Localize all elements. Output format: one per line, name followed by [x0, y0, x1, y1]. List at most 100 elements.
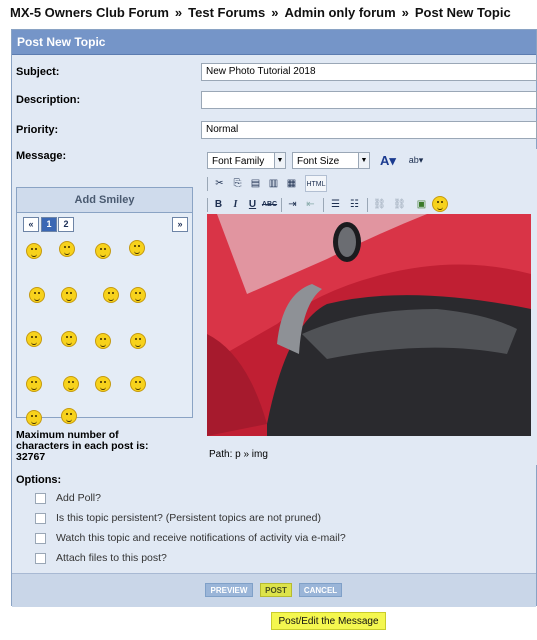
- checkbox[interactable]: [35, 492, 46, 504]
- smiley-icon[interactable]: [63, 376, 79, 392]
- smiley-icon[interactable]: [95, 333, 111, 349]
- bullet-list-icon[interactable]: ☰: [327, 196, 344, 213]
- smiley-icon[interactable]: [130, 287, 146, 303]
- outdent-icon[interactable]: ⇤: [302, 196, 319, 213]
- copy-icon[interactable]: ⎘: [229, 175, 246, 192]
- smiley-icon[interactable]: [61, 287, 77, 303]
- smiley-icon[interactable]: [103, 287, 119, 303]
- smiley-icon[interactable]: [129, 240, 145, 256]
- breadcrumb-link-admin-forum[interactable]: Admin only forum: [284, 5, 395, 20]
- breadcrumb-separator: »: [174, 5, 183, 20]
- font-family-value: Font Family: [212, 156, 265, 167]
- priority-label: Priority:: [16, 124, 59, 136]
- breadcrumb-link-forum[interactable]: MX-5 Owners Club Forum: [10, 5, 169, 20]
- highlight-color-button[interactable]: ab▾: [403, 152, 429, 169]
- editor-path: Path: p » img: [209, 449, 268, 460]
- priority-select[interactable]: Normal: [201, 121, 537, 139]
- toolbar-separator: [207, 198, 208, 212]
- smiley-icon[interactable]: [26, 376, 42, 392]
- chevron-down-icon: ▼: [274, 153, 285, 168]
- description-input[interactable]: [201, 91, 537, 109]
- smiley-icon[interactable]: [95, 243, 111, 259]
- font-size-select[interactable]: Font Size ▼: [292, 152, 370, 169]
- html-source-button[interactable]: HTML: [305, 175, 327, 192]
- message-label: Message:: [16, 150, 67, 162]
- option-watch-topic[interactable]: Watch this topic and receive notificatio…: [35, 532, 346, 544]
- smiley-prev-button[interactable]: «: [23, 217, 39, 232]
- post-button-tooltip: Post/Edit the Message: [271, 612, 386, 630]
- smiley-icon[interactable]: [59, 241, 75, 257]
- cancel-button[interactable]: CANCEL: [299, 583, 342, 597]
- message-editor: Font Family ▼ Font Size ▼ A▾ ab▾ ✂ ⎘ ▤ ▥…: [201, 149, 537, 465]
- smiley-panel-title: Add Smiley: [17, 188, 192, 213]
- italic-button[interactable]: I: [227, 196, 244, 213]
- numbered-list-icon[interactable]: ☷: [346, 196, 363, 213]
- checkbox[interactable]: [35, 552, 46, 564]
- smiley-icon[interactable]: [61, 331, 77, 347]
- breadcrumb-separator: »: [401, 5, 409, 20]
- chevron-down-icon: ▼: [358, 153, 369, 168]
- unlink-icon[interactable]: ⛓: [391, 196, 408, 213]
- smiley-icon[interactable]: [26, 331, 42, 347]
- smiley-icon[interactable]: [61, 408, 77, 424]
- paste-word-icon[interactable]: ▦: [283, 175, 300, 192]
- smiley-icon: [432, 196, 448, 212]
- breadcrumb-current-page: Post New Topic: [414, 5, 511, 20]
- smiley-icon[interactable]: [26, 243, 42, 259]
- paste-text-icon[interactable]: ▥: [265, 175, 282, 192]
- options-label: Options:: [16, 474, 62, 486]
- smiley-icon[interactable]: [130, 376, 146, 392]
- insert-image-icon[interactable]: ▣: [413, 196, 430, 213]
- smiley-next-button[interactable]: »: [172, 217, 188, 232]
- link-icon[interactable]: ⛓: [371, 196, 388, 213]
- editor-toolbar-row-1: Font Family ▼ Font Size ▼ A▾ ab▾: [207, 152, 531, 172]
- option-persistent[interactable]: Is this topic persistent? (Persistent to…: [35, 512, 321, 524]
- smiley-icon[interactable]: [130, 333, 146, 349]
- description-label: Description:: [16, 94, 81, 106]
- option-label: Watch this topic and receive notificatio…: [56, 532, 346, 544]
- post-button[interactable]: POST: [260, 583, 292, 597]
- option-attach-files[interactable]: Attach files to this post?: [35, 552, 167, 564]
- toolbar-separator: [207, 177, 208, 191]
- toolbar-separator: [323, 198, 324, 212]
- option-label: Is this topic persistent? (Persistent to…: [56, 512, 321, 524]
- editor-toolbar-row-3: B I U ABC ⇥ ⇤ ☰ ☷ ⛓ ⛓ ▣: [207, 196, 531, 216]
- paste-icon[interactable]: ▤: [247, 175, 264, 192]
- option-label: Attach files to this post?: [56, 552, 167, 564]
- subject-label: Subject:: [16, 66, 60, 78]
- smiley-panel: Add Smiley « 1 2 »: [16, 187, 193, 426]
- smiley-page-2[interactable]: 2: [58, 217, 74, 232]
- underline-button[interactable]: U: [244, 196, 261, 213]
- message-image[interactable]: [207, 214, 531, 436]
- max-chars-value: 32767: [16, 451, 46, 463]
- post-new-topic-panel: Post New Topic Subject: New Photo Tutori…: [11, 29, 537, 607]
- car-photo-image: [207, 214, 531, 436]
- font-size-value: Font Size: [297, 156, 340, 167]
- checkbox[interactable]: [35, 532, 46, 544]
- smiley-page-1[interactable]: 1: [41, 217, 57, 232]
- option-add-poll[interactable]: Add Poll?: [35, 492, 101, 504]
- breadcrumb-link-test-forums[interactable]: Test Forums: [188, 5, 265, 20]
- cut-icon[interactable]: ✂: [211, 175, 228, 192]
- preview-button[interactable]: PREVIEW: [205, 583, 253, 597]
- smiley-icon[interactable]: [95, 376, 111, 392]
- max-chars-note: Maximum number of characters in each pos…: [16, 430, 196, 463]
- checkbox[interactable]: [35, 512, 46, 524]
- smiley-icon[interactable]: [29, 287, 45, 303]
- font-family-select[interactable]: Font Family ▼: [207, 152, 286, 169]
- bold-button[interactable]: B: [210, 196, 227, 213]
- smiley-pager: « 1 2 »: [22, 217, 188, 233]
- editor-toolbar-row-2: ✂ ⎘ ▤ ▥ ▦ HTML: [207, 175, 347, 195]
- indent-icon[interactable]: ⇥: [284, 196, 301, 213]
- option-label: Add Poll?: [56, 492, 101, 504]
- panel-title: Post New Topic: [12, 30, 536, 55]
- breadcrumb: MX-5 Owners Club Forum » Test Forums » Admin…: [10, 5, 511, 20]
- toolbar-separator: [367, 198, 368, 212]
- text-color-button[interactable]: A▾: [375, 152, 401, 169]
- insert-smiley-icon[interactable]: [432, 196, 449, 213]
- subject-input[interactable]: New Photo Tutorial 2018: [201, 63, 537, 81]
- breadcrumb-separator: »: [271, 5, 279, 20]
- smiley-icon[interactable]: [26, 410, 42, 426]
- strikethrough-button[interactable]: ABC: [261, 196, 278, 213]
- toolbar-separator: [281, 198, 282, 212]
